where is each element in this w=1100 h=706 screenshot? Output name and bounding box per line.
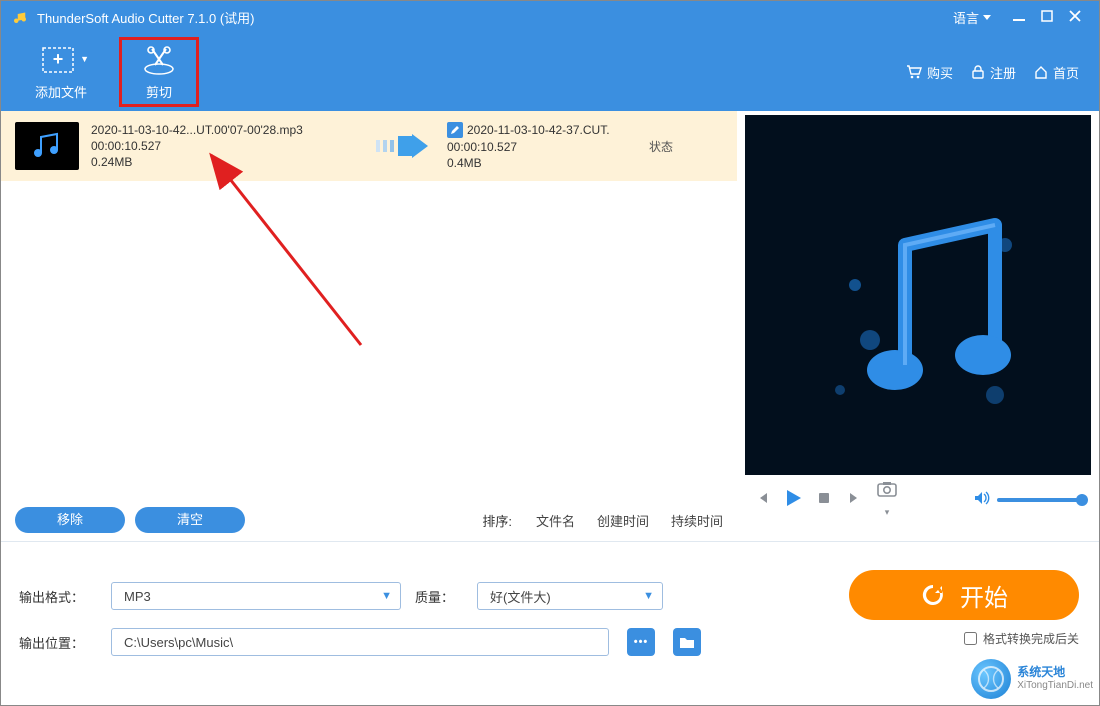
titlebar: ThunderSoft Audio Cutter 7.1.0 (试用) 语言	[1, 1, 1099, 33]
language-menu[interactable]: 语言	[953, 8, 991, 27]
more-locations-button[interactable]: •••	[627, 628, 655, 656]
main-toolbar: + ▼ 添加文件 剪切 购买 注册 首页	[1, 33, 1099, 111]
watermark-url: XiTongTianDi.net	[1017, 679, 1093, 692]
main-area: 2020-11-03-10-42...UT.00'07-00'28.mp3 00…	[1, 111, 1099, 541]
input-filename: 2020-11-03-10-42...UT.00'07-00'28.mp3	[91, 123, 357, 137]
output-format-label: 输出格式：	[19, 587, 97, 606]
close-when-done-label: 格式转换完成后关	[983, 630, 1079, 647]
player-prev-button[interactable]	[753, 491, 771, 510]
browse-folder-button[interactable]	[673, 628, 701, 656]
buy-label: 购买	[927, 63, 953, 82]
sort-label: 排序:	[482, 511, 512, 530]
cut-button[interactable]: 剪切	[119, 37, 199, 107]
cut-label: 剪切	[146, 82, 172, 101]
maximize-icon	[1041, 10, 1053, 22]
buy-link[interactable]: 购买	[906, 63, 953, 82]
volume-handle[interactable]	[1076, 494, 1088, 506]
refresh-icon	[920, 582, 946, 608]
input-filesize: 0.24MB	[91, 155, 357, 169]
skip-next-icon	[848, 491, 862, 505]
convert-arrow	[369, 134, 435, 158]
svg-text:+: +	[53, 49, 64, 69]
minimize-icon	[1013, 10, 1025, 22]
quality-label: 质量：	[415, 587, 463, 606]
close-when-done-input[interactable]	[964, 632, 977, 645]
output-location-field[interactable]: C:\Users\pc\Music\	[111, 628, 609, 656]
add-file-label: 添加文件	[35, 82, 87, 101]
output-filename: 2020-11-03-10-42-37.CUT.	[467, 123, 610, 137]
lock-icon	[971, 65, 985, 79]
close-button[interactable]	[1061, 10, 1089, 25]
sort-created[interactable]: 创建时间	[597, 511, 649, 530]
arrow-right-icon	[374, 134, 430, 158]
home-link[interactable]: 首页	[1034, 63, 1079, 82]
pencil-icon	[450, 125, 460, 135]
register-link[interactable]: 注册	[971, 63, 1016, 82]
file-thumbnail	[15, 122, 79, 170]
app-title: ThunderSoft Audio Cutter 7.1.0 (试用)	[37, 8, 953, 27]
list-footer: 移除 清空 排序: 文件名 创建时间 持续时间	[1, 499, 737, 541]
watermark-icon	[971, 659, 1011, 699]
preview-pane: ▾	[737, 111, 1099, 541]
chevron-down-icon: ▼	[381, 590, 392, 602]
player-controls: ▾	[745, 475, 1091, 525]
output-settings: 输出格式： MP3 ▼ 质量： 好(文件大) ▼ 输出位置： C:\Users\…	[1, 542, 1099, 690]
play-icon	[784, 489, 802, 507]
chevron-down-icon: ▼	[643, 590, 654, 602]
sort-duration[interactable]: 持续时间	[671, 511, 723, 530]
watermark: 系统天地 XiTongTianDi.net	[971, 659, 1093, 699]
more-ellipsis: •••	[634, 636, 649, 648]
input-duration: 00:00:10.527	[91, 139, 357, 153]
player-volume-button[interactable]	[973, 491, 991, 510]
minimize-button[interactable]	[1005, 10, 1033, 25]
close-when-done-checkbox[interactable]: 格式转换完成后关	[964, 630, 1079, 647]
file-row[interactable]: 2020-11-03-10-42...UT.00'07-00'28.mp3 00…	[1, 111, 737, 181]
maximize-button[interactable]	[1033, 10, 1061, 25]
quality-value: 好(文件大)	[490, 587, 551, 606]
preview-panel	[745, 115, 1091, 475]
home-label: 首页	[1053, 63, 1079, 82]
app-logo-icon	[11, 8, 29, 26]
player-play-button[interactable]	[784, 489, 802, 512]
music-note-icon	[27, 129, 67, 163]
home-icon	[1034, 65, 1048, 79]
status-header: 状态	[649, 138, 723, 155]
skip-prev-icon	[755, 491, 769, 505]
filmstrip-plus-icon: +	[41, 46, 81, 76]
start-label: 开始	[960, 578, 1008, 613]
close-icon	[1069, 10, 1081, 22]
camera-icon	[877, 481, 897, 497]
volume-icon	[974, 491, 990, 505]
output-format-select[interactable]: MP3 ▼	[111, 582, 401, 610]
remove-button[interactable]: 移除	[15, 507, 125, 533]
scissors-icon	[141, 45, 177, 77]
stop-icon	[817, 491, 831, 505]
player-snapshot-button[interactable]: ▾	[877, 481, 895, 520]
language-label: 语言	[953, 8, 979, 27]
output-format-value: MP3	[124, 589, 151, 604]
register-label: 注册	[990, 63, 1016, 82]
file-list-area: 2020-11-03-10-42...UT.00'07-00'28.mp3 00…	[1, 111, 737, 541]
edit-output-button[interactable]	[447, 122, 463, 138]
watermark-title: 系统天地	[1017, 666, 1093, 679]
start-button[interactable]: 开始	[849, 570, 1079, 620]
volume-slider[interactable]	[997, 498, 1083, 502]
sort-filename[interactable]: 文件名	[536, 511, 575, 530]
quality-select[interactable]: 好(文件大) ▼	[477, 582, 663, 610]
player-stop-button[interactable]	[815, 491, 833, 510]
output-duration: 00:00:10.527	[447, 140, 637, 154]
cart-icon	[906, 65, 922, 79]
folder-icon	[679, 636, 695, 649]
output-location-value: C:\Users\pc\Music\	[124, 635, 233, 650]
chevron-down-icon	[983, 15, 991, 20]
add-file-button[interactable]: + ▼ 添加文件	[21, 37, 101, 107]
clear-button[interactable]: 清空	[135, 507, 245, 533]
player-next-button[interactable]	[846, 491, 864, 510]
output-location-label: 输出位置：	[19, 633, 97, 652]
preview-artwork	[745, 115, 1091, 475]
output-filesize: 0.4MB	[447, 156, 637, 170]
